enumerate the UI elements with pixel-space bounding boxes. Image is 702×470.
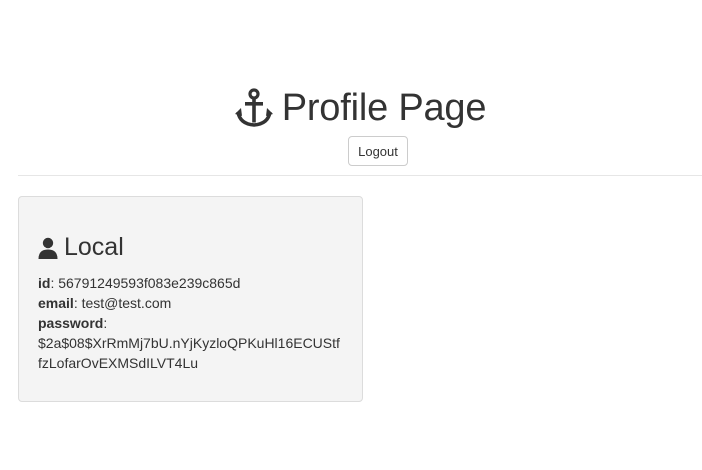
password-value-line2: fzLofarOvEXMSdILVT4Lu <box>38 355 199 371</box>
password-label: password <box>38 315 104 331</box>
id-value: 56791249593f083e239c865d <box>58 275 241 291</box>
email-row: email: test@test.com <box>38 295 172 311</box>
anchor-icon <box>234 88 274 128</box>
account-fields: id: 56791249593f083e239c865d email: test… <box>38 273 348 373</box>
password-value-line1: $2a$08$XrRmMj7bU.nYjKyzloQPKuHl16ECUStf <box>38 335 340 351</box>
local-account-card: Local id: 56791249593f083e239c865d email… <box>18 196 363 402</box>
logout-button[interactable]: Logout <box>348 136 408 166</box>
page-title: Profile Page <box>281 86 487 129</box>
page-header: Profile Page Logout <box>18 0 702 176</box>
card-heading: Local <box>38 233 124 262</box>
user-icon <box>38 237 58 259</box>
id-row: id: 56791249593f083e239c865d <box>38 275 241 291</box>
id-label: id <box>38 275 51 291</box>
profile-page: Profile Page Logout Local id: 5679124959… <box>0 0 702 470</box>
password-row: password: $2a$08$XrRmMj7bU.nYjKyzloQPKuH… <box>38 313 348 373</box>
email-label: email <box>38 295 74 311</box>
card-title: Local <box>64 233 124 261</box>
title-row: Profile Page <box>18 82 702 134</box>
email-value: test@test.com <box>81 295 172 311</box>
